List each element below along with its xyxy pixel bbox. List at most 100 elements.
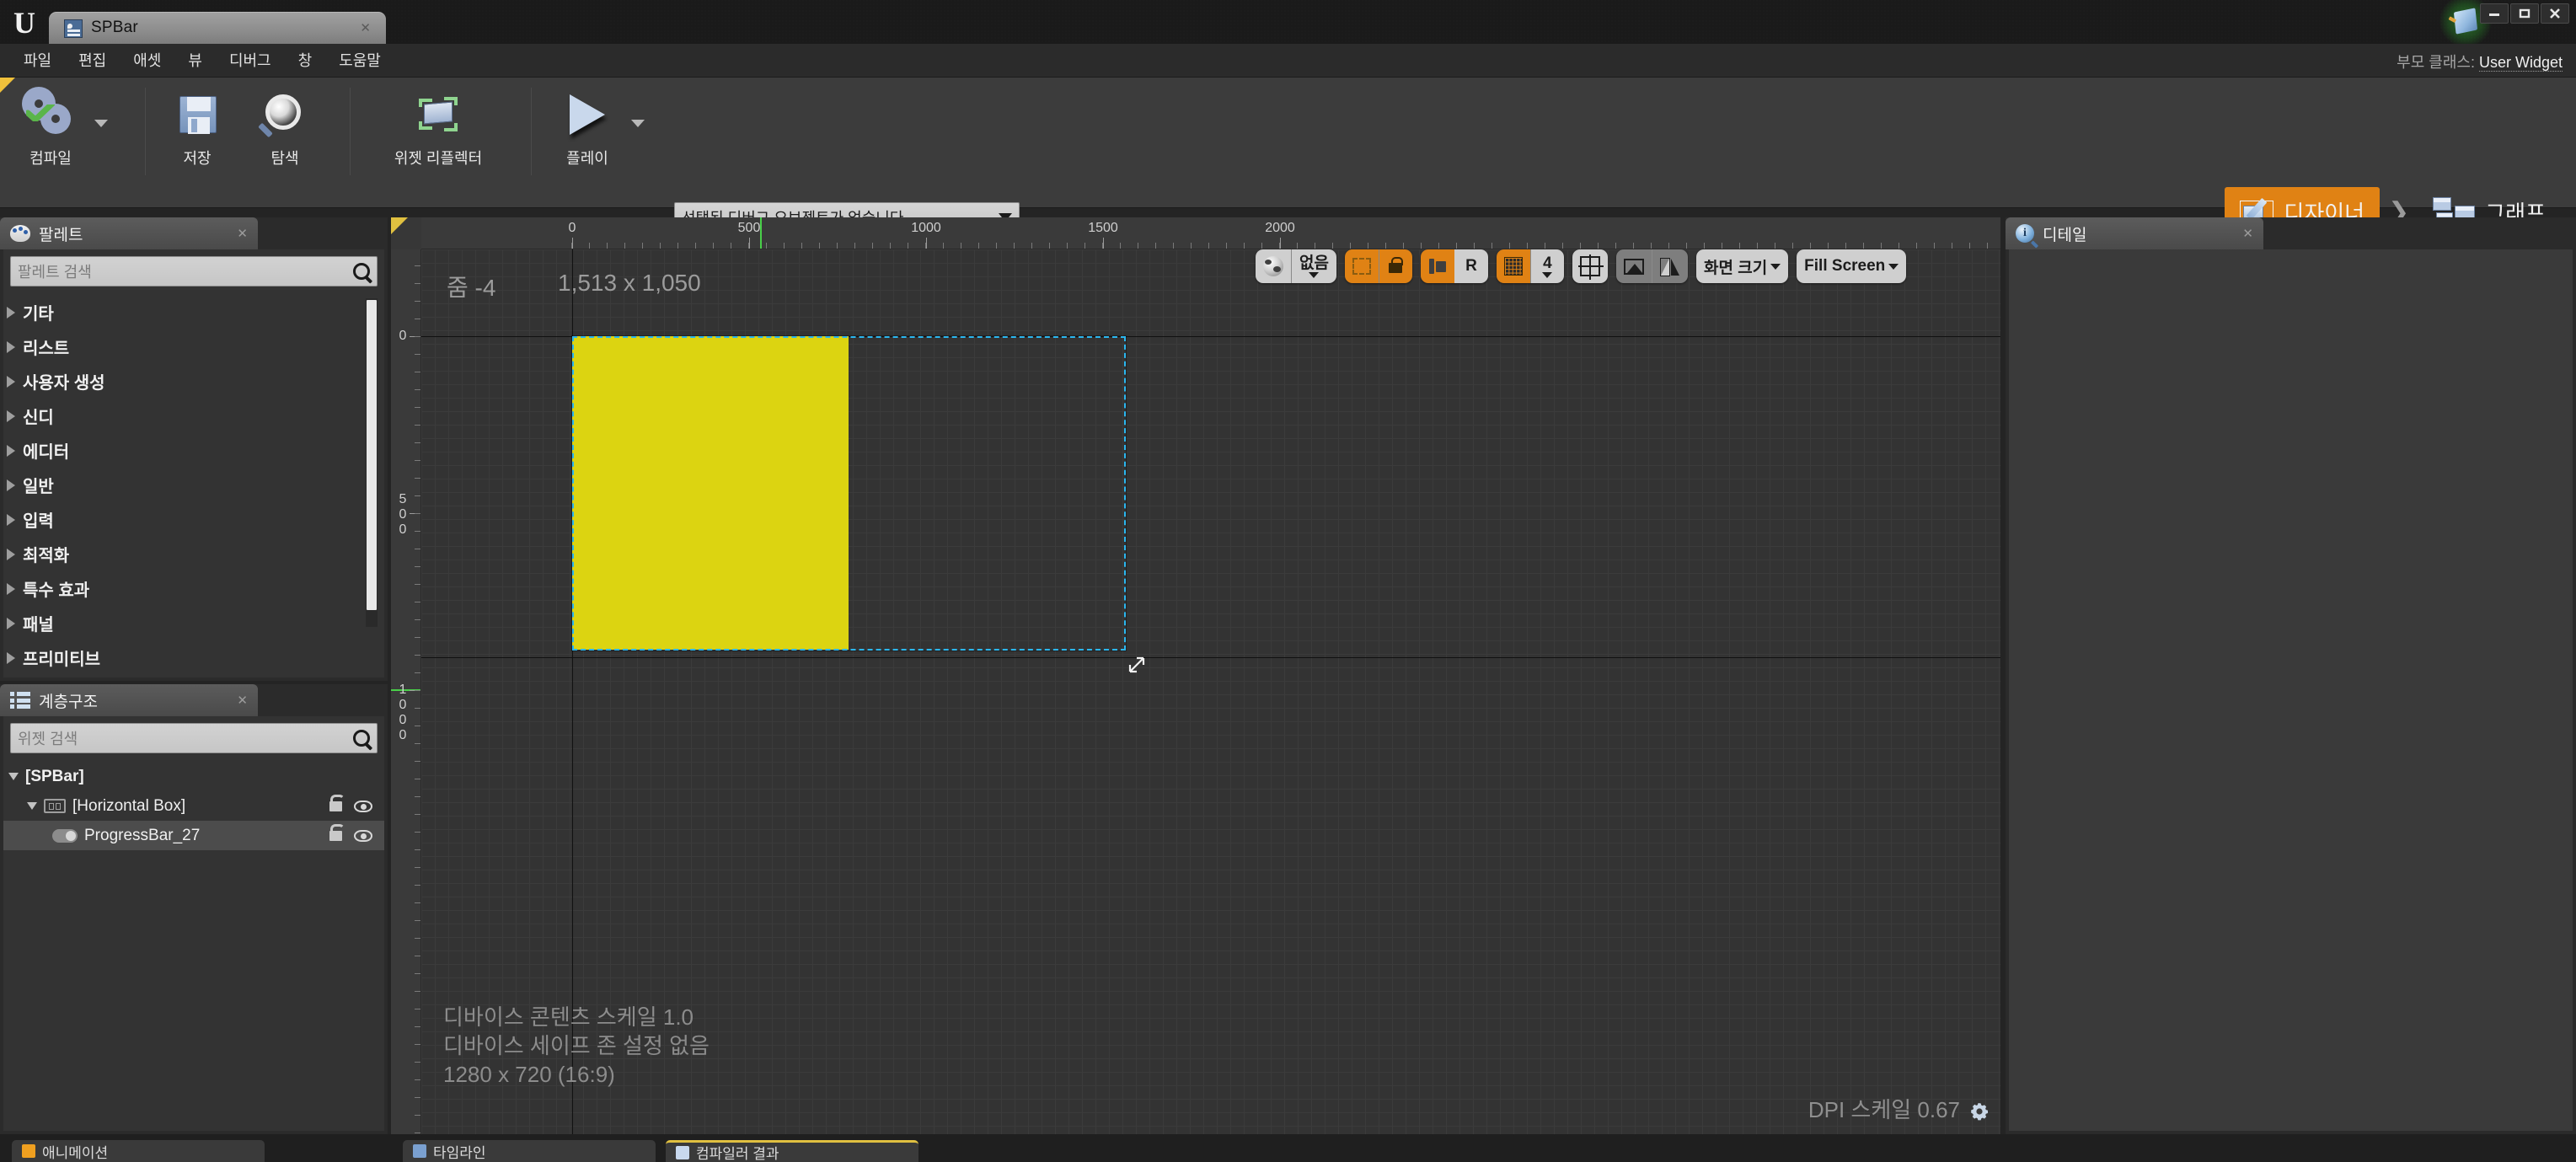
menu-item-window[interactable]: 창 [285, 48, 326, 73]
chevron-right-icon [7, 479, 15, 491]
wrap-toggle[interactable] [1420, 249, 1454, 283]
image-toggle[interactable] [1615, 249, 1652, 283]
palette-scrollbar[interactable] [366, 298, 378, 627]
chevron-down-icon[interactable] [27, 802, 37, 810]
hierarchy-search-placeholder: 위젯 검색 [18, 731, 78, 747]
save-button[interactable]: 저장 [153, 83, 241, 169]
palette-category-primitive[interactable]: 프리미티브 [3, 640, 384, 675]
gear-icon[interactable] [1968, 1100, 1990, 1122]
r-toggle[interactable]: R [1454, 249, 1488, 283]
bottom-tab-animations[interactable]: 애니메이션 [12, 1140, 265, 1162]
fill-screen-dropdown[interactable]: Fill Screen [1797, 249, 1907, 283]
dashed-outline-toggle[interactable] [1344, 249, 1379, 283]
compile-button[interactable]: 컴파일 [7, 83, 94, 169]
document-tab-spbar[interactable]: SPBar ✕ [49, 12, 386, 44]
chevron-right-icon [7, 651, 15, 664]
globe-icon-button[interactable] [1256, 249, 1291, 283]
mirror-icon [1659, 257, 1680, 276]
chevron-down-icon[interactable] [8, 773, 19, 780]
palette-category-label: 사용자 생성 [23, 374, 105, 393]
hierarchy-panel-tab[interactable]: 계층구조 ✕ [0, 684, 258, 716]
visibility-eye-icon[interactable] [354, 800, 372, 812]
bottom-tab-label: 컴파일러 결과 [696, 1146, 779, 1162]
selected-widget-outline[interactable] [571, 335, 1127, 651]
resize-handle-icon[interactable] [1127, 656, 1146, 674]
device-content-scale-label: 디바이스 콘텐츠 스케일 1.0 [443, 1004, 694, 1030]
outline-lock-group [1344, 249, 1412, 283]
progress-bar-icon [52, 828, 78, 843]
bottom-tab-compiler-results[interactable]: 컴파일러 결과 [666, 1140, 918, 1162]
design-canvas[interactable]: 줌 -4 1,513 x 1,050 디바이스 콘텐츠 스케일 1.0 디바이스… [421, 249, 2000, 1134]
save-label: 저장 [183, 150, 212, 167]
document-tab-close-icon[interactable]: ✕ [360, 20, 371, 35]
snap-size-dropdown[interactable]: 4 [1529, 249, 1564, 283]
palette-search-input[interactable]: 팔레트 검색 [10, 256, 378, 286]
canvas-bottom-axis [421, 657, 2000, 658]
horizontal-box-icon [44, 799, 66, 813]
close-button[interactable] [2541, 3, 2569, 24]
palette-category-label: 특수 효과 [23, 581, 90, 600]
palette-category-list-group[interactable]: 리스트 [3, 329, 384, 364]
grid-snap-toggle[interactable] [1496, 249, 1530, 283]
palette-category-editor[interactable]: 에디터 [3, 433, 384, 468]
locale-dropdown[interactable]: 없음 [1291, 249, 1336, 283]
transform-toggle[interactable] [1572, 249, 1608, 283]
unreal-engine-logo-icon: U [13, 6, 35, 40]
palette-panel: 팔레트 ✕ 팔레트 검색 기타 리스트 사용자 생성 신디 에디터 일반 입력 … [0, 217, 388, 681]
dpi-scale-label: DPI 스케일 0.67 [1807, 1097, 1960, 1122]
play-options-caret-icon[interactable] [631, 120, 645, 127]
menu-item-edit[interactable]: 편집 [65, 48, 120, 73]
palette-panel-body: 팔레트 검색 기타 리스트 사용자 생성 신디 에디터 일반 입력 최적화 특수… [3, 249, 384, 677]
palette-category-common[interactable]: 일반 [3, 468, 384, 502]
menu-item-debug[interactable]: 디버그 [216, 48, 285, 73]
canvas-size-label: 1,513 x 1,050 [558, 270, 701, 296]
hierarchy-search-input[interactable]: 위젯 검색 [10, 723, 378, 753]
minimize-button[interactable] [2480, 3, 2509, 24]
resolution-label: 1280 x 720 (16:9) [443, 1062, 615, 1087]
lock-toggle[interactable] [1378, 249, 1412, 283]
play-button[interactable]: 플레이 [544, 83, 631, 169]
details-panel-tab[interactable]: i 디테일 ✕ [2006, 217, 2263, 249]
grid-icon [1503, 257, 1523, 276]
menu-item-asset[interactable]: 애셋 [120, 48, 174, 73]
compile-label: 컴파일 [29, 150, 72, 167]
widget-reflector-button[interactable]: 위젯 리플렉터 [362, 83, 514, 169]
hierarchy-icon [10, 692, 30, 709]
tree-node-horizontal-box[interactable]: [Horizontal Box] [3, 791, 384, 821]
palette-category-label: 최적화 [23, 547, 70, 565]
wrap-localization-group: R [1420, 249, 1488, 283]
hierarchy-panel-close-icon[interactable]: ✕ [215, 693, 248, 708]
compiler-results-icon [676, 1145, 689, 1159]
palette-category-input[interactable]: 입력 [3, 502, 384, 537]
palette-category-cindy[interactable]: 신디 [3, 399, 384, 433]
maximize-button[interactable] [2510, 3, 2539, 24]
palette-category-special-effects[interactable]: 특수 효과 [3, 571, 384, 606]
palette-category-etc[interactable]: 기타 [3, 295, 384, 329]
palette-category-optimization[interactable]: 최적화 [3, 537, 384, 571]
lock-icon[interactable] [329, 794, 345, 811]
visibility-eye-icon[interactable] [354, 829, 372, 842]
menu-item-view[interactable]: 뷰 [174, 48, 216, 73]
bottom-tab-timeline[interactable]: 타임라인 [403, 1140, 656, 1162]
screen-size-dropdown[interactable]: 화면 크기 [1695, 249, 1789, 283]
parent-class-value[interactable]: User Widget [2478, 54, 2563, 72]
menu-item-file[interactable]: 파일 [10, 48, 65, 73]
details-panel-close-icon[interactable]: ✕ [2220, 226, 2253, 241]
palette-panel-tab[interactable]: 팔레트 ✕ [0, 217, 258, 249]
widget-blueprint-icon [64, 19, 83, 38]
browse-button[interactable]: 탐색 [241, 83, 329, 169]
mirror-toggle[interactable] [1651, 249, 1688, 283]
widget-tree: [SPBar] [Horizontal Box] ProgressBar_27 [3, 762, 384, 1131]
tree-node-label: ProgressBar_27 [84, 826, 201, 844]
menu-item-help[interactable]: 도움말 [325, 48, 394, 73]
lock-icon[interactable] [329, 823, 345, 841]
palette-category-user-created[interactable]: 사용자 생성 [3, 364, 384, 399]
window-controls [2480, 3, 2569, 24]
tree-node-progressbar-27[interactable]: ProgressBar_27 [3, 821, 384, 850]
palette-panel-close-icon[interactable]: ✕ [215, 226, 248, 241]
compile-options-caret-icon[interactable] [94, 120, 108, 127]
image-icon [1623, 258, 1644, 275]
tree-node-spbar[interactable]: [SPBar] [3, 762, 384, 791]
play-label: 플레이 [566, 150, 608, 167]
palette-category-panel[interactable]: 패널 [3, 606, 384, 640]
